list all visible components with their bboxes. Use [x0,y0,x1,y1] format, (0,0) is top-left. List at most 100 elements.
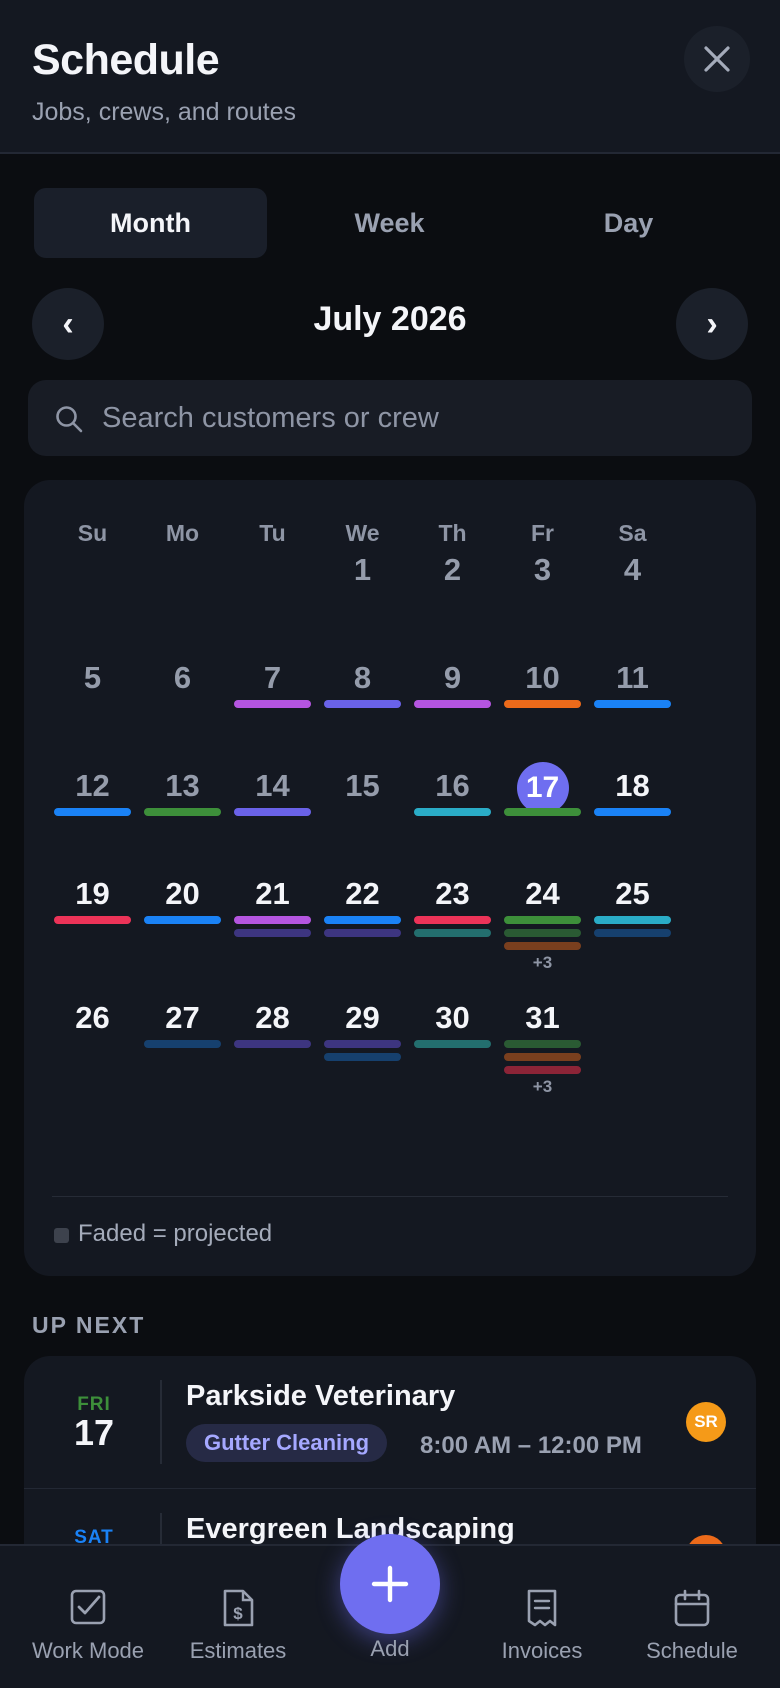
job-indicator [504,1040,581,1048]
tab-invoices[interactable]: Invoices [464,1546,620,1688]
calendar-day[interactable]: 11 [584,660,681,696]
weekday-header: Su [77,520,108,546]
header: Schedule Jobs, crews, and routes [0,0,780,154]
job-indicator [234,929,311,937]
receipt-icon [527,1589,557,1627]
calendar-day[interactable]: 28 [224,1000,321,1036]
search-icon [56,406,83,433]
job-indicator [324,929,401,937]
more-jobs-count: +3 [532,1077,553,1096]
calendar-day[interactable]: 10 [494,660,591,696]
tab-day[interactable]: Day [512,188,745,258]
calendar-day[interactable]: 15 [314,768,411,804]
legend-swatch [54,1228,69,1243]
calendar-day[interactable]: 23 [404,876,501,912]
job-indicator [504,808,581,816]
weekday-header: Mo [165,520,200,546]
tab-label: Invoices [501,1638,583,1663]
next-month-button[interactable]: › [676,288,748,360]
job-indicator [504,929,581,937]
page-title: Schedule [32,36,220,84]
calendar-day[interactable]: 9 [404,660,501,696]
calendar-day[interactable]: 3 [494,552,591,588]
calendar-day[interactable]: 22 [314,876,411,912]
calendar-day[interactable]: 5 [44,660,141,696]
job-indicator [414,808,491,816]
job-indicator [414,700,491,708]
month-label: July 2026 [313,300,467,338]
weekday-header: Fr [531,520,554,546]
calendar-day[interactable]: 27 [134,1000,231,1036]
tab-schedule[interactable]: Schedule [614,1546,770,1688]
crew-avatar: SR [686,1402,726,1442]
job-indicator [504,1053,581,1061]
job-indicator [324,916,401,924]
calendar-day[interactable]: 21 [224,876,321,912]
job-indicator [144,1040,221,1048]
calendar-day[interactable]: 12 [44,768,141,804]
divider [160,1380,162,1464]
calendar-day[interactable]: 16 [404,768,501,804]
job-indicator [594,929,671,937]
job-indicator [594,808,671,816]
job-customer: Evergreen Landscaping [186,1513,515,1545]
search-bar [28,380,752,456]
calendar-day[interactable]: 14 [224,768,321,804]
legend-text: Faded = projected [78,1220,273,1247]
job-date: 17 [73,1412,115,1453]
calendar-day[interactable]: 8 [314,660,411,696]
job-indicator [324,1040,401,1048]
weekday-header: Tu [259,520,286,546]
weekday-header: Th [438,520,467,546]
calendar-day[interactable]: 31 [494,1000,591,1036]
tab-week[interactable]: Week [273,188,506,258]
job-time: 8:00 AM – 12:00 PM [420,1432,642,1459]
document-dollar-icon: $ [223,1589,254,1627]
calendar-day[interactable]: 6 [134,660,231,696]
close-icon [704,46,730,72]
job-indicator [414,929,491,937]
prev-month-button[interactable]: ‹ [32,288,104,360]
job-indicator [504,942,581,950]
tab-label: Work Mode [31,1638,145,1663]
calendar-day[interactable]: 25 [584,876,681,912]
month-calendar: Faded = projected Su Mo Tu We Th Fr Sa 1 2 3 4 5 6 7 8… [24,480,756,1276]
job-indicator [504,700,581,708]
view-switcher: Month Week Day [34,188,746,258]
calendar-day[interactable]: 1 [314,552,411,588]
job-indicator [234,808,311,816]
job-indicator [234,1040,311,1048]
page-subtitle: Jobs, crews, and routes [32,98,297,126]
calendar-day[interactable]: 4 [584,552,681,588]
weekday-header: We [345,520,380,546]
calendar-day[interactable]: 24 [494,876,591,912]
calendar-day[interactable]: 29 [314,1000,411,1036]
close-button[interactable] [684,26,750,92]
search-input[interactable] [102,394,722,442]
calendar-day[interactable]: 7 [224,660,321,696]
tab-work-mode[interactable]: Work Mode [10,1546,166,1688]
job-indicator [144,916,221,924]
today-marker[interactable]: 17 [516,762,569,814]
tab-month[interactable]: Month [34,188,267,258]
job-indicator [594,916,671,924]
calendar-day[interactable]: 20 [134,876,231,912]
calendar-day[interactable]: 18 [584,768,681,804]
job-indicator [414,1040,491,1048]
add-button[interactable] [340,1534,440,1634]
calendar-day[interactable]: 26 [44,1000,141,1036]
calendar-day[interactable]: 30 [404,1000,501,1036]
job-indicator [414,916,491,924]
list-item[interactable]: FRI 17 Parkside Veterinary Gutter Cleani… [24,1356,756,1489]
tab-estimates[interactable]: $ Estimates [160,1546,316,1688]
job-indicator [234,700,311,708]
job-indicator [54,916,131,924]
calendar-day[interactable]: 19 [44,876,141,912]
job-indicator [144,808,221,816]
add-label: Add [370,1636,410,1661]
calendar-day[interactable]: 2 [404,552,501,588]
up-next-heading: UP NEXT [32,1312,146,1338]
calendar-day[interactable]: 13 [134,768,231,804]
service-badge: Gutter Cleaning [186,1424,388,1462]
svg-text:$: $ [233,1604,243,1623]
